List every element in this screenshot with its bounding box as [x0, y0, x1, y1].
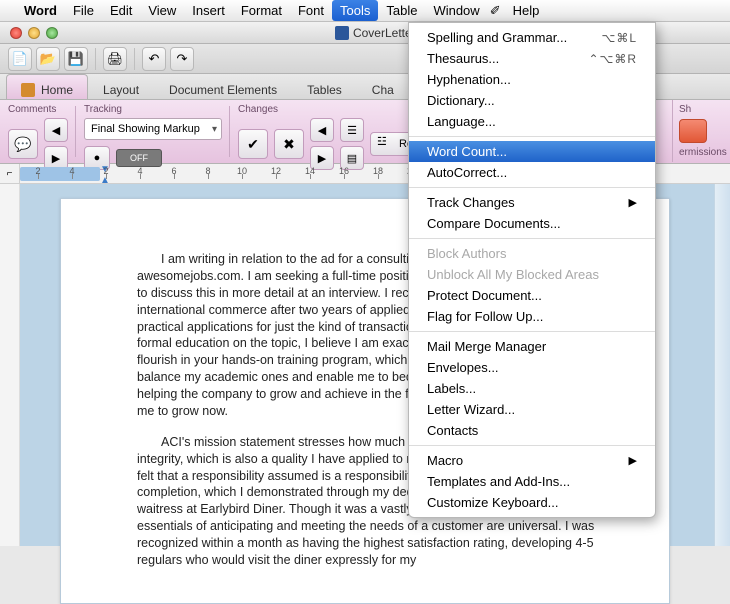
- app-name[interactable]: Word: [16, 0, 65, 21]
- menu-item-word-count[interactable]: Word Count...: [409, 141, 655, 162]
- menu-item-compare-documents[interactable]: Compare Documents...: [409, 213, 655, 234]
- menu-item-dictionary[interactable]: Dictionary...: [409, 90, 655, 111]
- menu-item-hyphenation[interactable]: Hyphenation...: [409, 69, 655, 90]
- menu-item-label: Letter Wizard...: [427, 402, 515, 417]
- submenu-arrow-icon: ▶: [629, 196, 637, 209]
- menu-item-label: Macro: [427, 453, 463, 468]
- vertical-scrollbar[interactable]: [714, 184, 730, 546]
- menu-item-spelling-and-grammar[interactable]: Spelling and Grammar... ⌥⌘L: [409, 27, 655, 48]
- menu-item-language[interactable]: Language...: [409, 111, 655, 132]
- tab-home[interactable]: Home: [6, 74, 88, 99]
- print-button[interactable]: 🖨: [103, 47, 127, 71]
- prev-change-button[interactable]: ◀: [310, 118, 334, 142]
- tab-doc-elements[interactable]: Document Elements: [154, 74, 292, 99]
- permissions-button[interactable]: [679, 119, 707, 143]
- group-tracking: Tracking Final Showing Markup ● OFF: [76, 100, 230, 163]
- menu-font[interactable]: Font: [290, 0, 332, 21]
- menu-item-label: AutoCorrect...: [427, 165, 507, 180]
- menu-item-label: Compare Documents...: [427, 216, 561, 231]
- menu-item-label: Flag for Follow Up...: [427, 309, 543, 324]
- menu-file[interactable]: File: [65, 0, 102, 21]
- group-comments: Comments 💬 ◀ ▶: [0, 100, 76, 163]
- tools-menu-dropdown: Spelling and Grammar... ⌥⌘L Thesaurus... ⌃⌥…: [408, 22, 656, 518]
- submenu-arrow-icon: ▶: [629, 454, 637, 467]
- mac-menu-bar: Word File Edit View Insert Format Font T…: [0, 0, 730, 22]
- menu-item-label: Block Authors: [427, 246, 507, 261]
- redo-button[interactable]: ↷: [170, 47, 194, 71]
- menu-item-label: Word Count...: [427, 144, 507, 159]
- save-button[interactable]: 💾: [64, 47, 88, 71]
- menu-insert[interactable]: Insert: [184, 0, 233, 21]
- new-doc-button[interactable]: 📄: [8, 47, 32, 71]
- menu-table[interactable]: Table: [378, 0, 425, 21]
- menu-item-label: Labels...: [427, 381, 476, 396]
- permissions-label: ermissions: [679, 147, 724, 158]
- menu-item-label: Envelopes...: [427, 360, 499, 375]
- menu-item-contacts[interactable]: Contacts: [409, 420, 655, 441]
- menu-item-label: Templates and Add-Ins...: [427, 474, 570, 489]
- tab-home-label: Home: [41, 83, 73, 97]
- menu-item-shortcut: ⌃⌥⌘R: [588, 52, 637, 66]
- menu-item-envelopes[interactable]: Envelopes...: [409, 357, 655, 378]
- close-window-button[interactable]: [10, 27, 22, 39]
- minimize-window-button[interactable]: [28, 27, 40, 39]
- menu-item-unblock-all-my-blocked-areas: Unblock All My Blocked Areas: [409, 264, 655, 285]
- menu-format[interactable]: Format: [233, 0, 290, 21]
- tab-charts[interactable]: Cha: [357, 74, 409, 99]
- menu-item-label: Unblock All My Blocked Areas: [427, 267, 599, 282]
- menu-item-label: Contacts: [427, 423, 478, 438]
- menu-item-label: Language...: [427, 114, 496, 129]
- menu-item-block-authors: Block Authors: [409, 243, 655, 264]
- menu-item-templates-and-add-ins[interactable]: Templates and Add-Ins...: [409, 471, 655, 492]
- menu-edit[interactable]: Edit: [102, 0, 140, 21]
- home-icon: [21, 83, 35, 97]
- word-doc-icon: [335, 26, 349, 40]
- menu-help[interactable]: Help: [505, 0, 548, 21]
- menu-item-labels[interactable]: Labels...: [409, 378, 655, 399]
- menu-item-macro[interactable]: Macro ▶: [409, 450, 655, 471]
- tracking-display-value: Final Showing Markup: [91, 123, 200, 135]
- prev-comment-button[interactable]: ◀: [44, 118, 68, 142]
- zoom-window-button[interactable]: [46, 27, 58, 39]
- reject-change-button[interactable]: ✖: [274, 129, 304, 159]
- group-comments-label: Comments: [8, 102, 68, 118]
- menu-window[interactable]: Window: [425, 0, 487, 21]
- script-icon[interactable]: ✐: [490, 3, 501, 19]
- menu-view[interactable]: View: [140, 0, 184, 21]
- tracking-display-dropdown[interactable]: Final Showing Markup: [84, 118, 222, 140]
- group-tracking-label: Tracking: [84, 102, 222, 118]
- group-share-partial: Sh ermissions: [672, 100, 730, 162]
- menu-item-autocorrect[interactable]: AutoCorrect...: [409, 162, 655, 183]
- menu-item-letter-wizard[interactable]: Letter Wizard...: [409, 399, 655, 420]
- menu-item-thesaurus[interactable]: Thesaurus... ⌃⌥⌘R: [409, 48, 655, 69]
- menu-item-mail-merge-manager[interactable]: Mail Merge Manager: [409, 336, 655, 357]
- new-comment-button[interactable]: 💬: [8, 129, 38, 159]
- tab-layout[interactable]: Layout: [88, 74, 154, 99]
- menu-item-shortcut: ⌥⌘L: [601, 31, 637, 45]
- menu-item-label: Mail Merge Manager: [427, 339, 546, 354]
- menu-item-track-changes[interactable]: Track Changes ▶: [409, 192, 655, 213]
- menu-tools[interactable]: Tools: [332, 0, 378, 21]
- menu-item-flag-for-follow-up[interactable]: Flag for Follow Up...: [409, 306, 655, 327]
- vertical-ruler[interactable]: [0, 184, 20, 546]
- menu-item-label: Protect Document...: [427, 288, 542, 303]
- review-pane-icon: ☳: [377, 135, 395, 153]
- menu-item-protect-document[interactable]: Protect Document...: [409, 285, 655, 306]
- undo-button[interactable]: ↶: [142, 47, 166, 71]
- menu-item-label: Thesaurus...: [427, 51, 499, 66]
- menu-item-label: Track Changes: [427, 195, 515, 210]
- open-button[interactable]: 📂: [36, 47, 60, 71]
- menu-item-label: Spelling and Grammar...: [427, 30, 567, 45]
- menu-item-label: Hyphenation...: [427, 72, 511, 87]
- menu-item-label: Customize Keyboard...: [427, 495, 559, 510]
- tab-tables[interactable]: Tables: [292, 74, 357, 99]
- menu-item-label: Dictionary...: [427, 93, 495, 108]
- group-share-label: Sh: [679, 104, 691, 115]
- balloons-button[interactable]: ☰: [340, 118, 364, 142]
- accept-change-button[interactable]: ✔: [238, 129, 268, 159]
- menu-item-customize-keyboard[interactable]: Customize Keyboard...: [409, 492, 655, 513]
